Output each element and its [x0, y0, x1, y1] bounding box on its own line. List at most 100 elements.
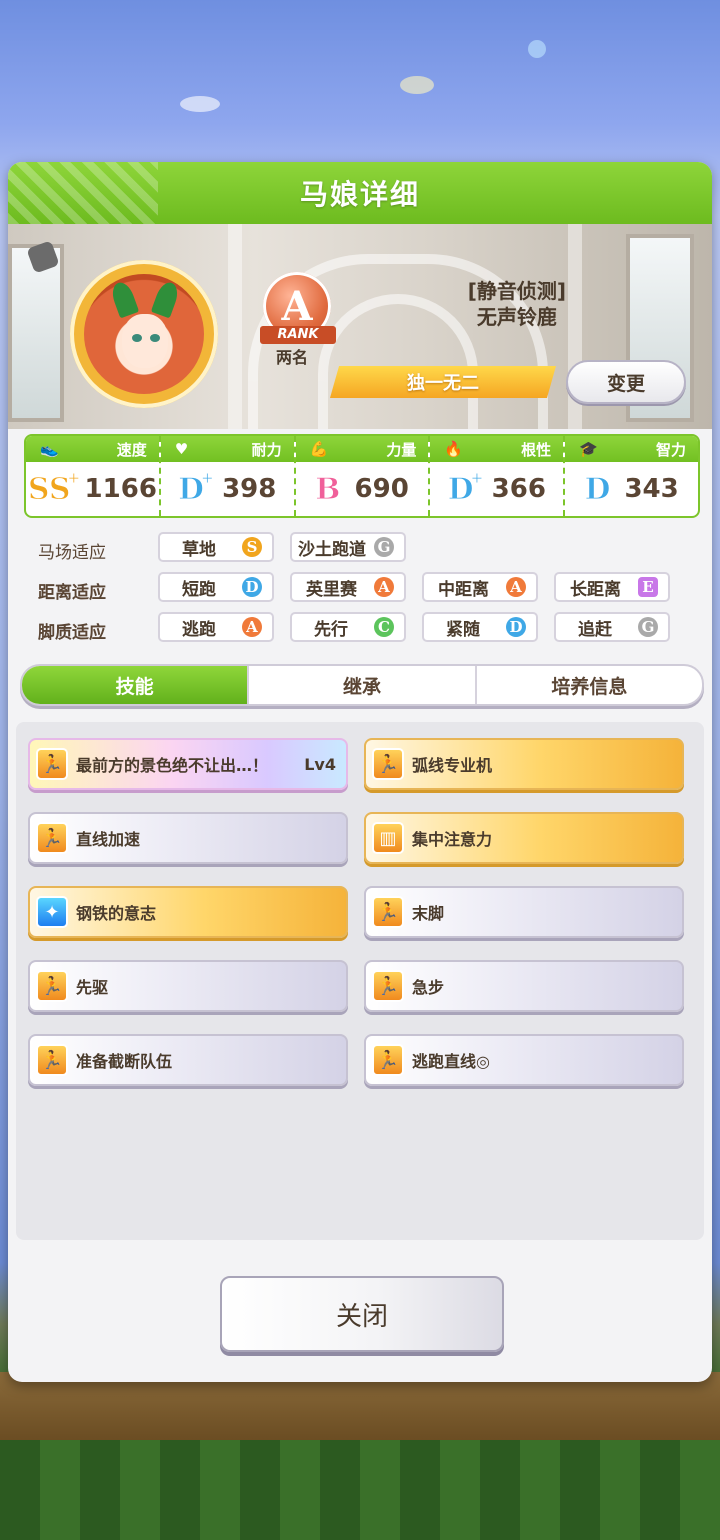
stat-grade: D + — [447, 467, 484, 507]
muscle-icon: 💪 — [309, 440, 329, 458]
aptitude-name: 紧随 — [446, 619, 480, 640]
aptitude-grade: C — [374, 617, 394, 637]
runner-icon: 🏃 — [372, 970, 404, 1002]
track-aptitude-label: 马场适应 — [38, 543, 106, 563]
aptitude-grade: G — [374, 537, 394, 557]
stat-grade: B — [315, 471, 341, 507]
skill-item[interactable]: ▥ 集中注意力 — [364, 812, 684, 864]
shoe-icon: 👟 — [40, 440, 59, 458]
stat-value: 398 — [222, 474, 277, 504]
stat-header: 👟 速度 — [26, 436, 159, 462]
runner-icon: 🏃 — [36, 748, 68, 780]
background-light — [400, 76, 434, 94]
hallway-pillar — [228, 224, 242, 429]
skill-name: 集中注意力 — [412, 830, 493, 849]
aptitude-grade: A — [242, 617, 262, 637]
stat-header: 💪 力量 — [295, 436, 429, 462]
skill-item[interactable]: 🏃 准备截断队伍 — [28, 1034, 348, 1086]
stat-body: D +366 — [430, 462, 563, 516]
dialog-header: 马娘详细 — [8, 162, 712, 224]
stat-label: 耐力 — [251, 440, 282, 459]
close-button[interactable]: 关闭 — [220, 1276, 504, 1352]
character-eye — [132, 334, 142, 342]
skill-name: 准备截断队伍 — [76, 1052, 173, 1071]
aptitude-grade: S — [242, 537, 262, 557]
track-fence — [0, 1372, 720, 1442]
runner-icon: 🏃 — [372, 896, 404, 928]
unique-skill-bar: 独一无二 — [330, 366, 556, 398]
graduation-cap-icon: 🎓 — [579, 440, 598, 458]
rank-label: RANK — [260, 326, 336, 344]
aptitude-grade: E — [638, 577, 658, 597]
stat-value: 366 — [491, 474, 546, 504]
skill-item[interactable]: 🏃 先驱 — [28, 960, 348, 1012]
grade-plus: + — [200, 467, 215, 487]
grade-letter: SS — [27, 471, 71, 507]
skill-level: Lv4 — [304, 754, 336, 774]
aptitude-dirt: 沙土跑道 G — [290, 532, 406, 562]
stat-body: D +398 — [161, 462, 294, 516]
stat-label: 智力 — [655, 440, 686, 459]
aptitude-betweener: 紧随 D — [422, 612, 538, 642]
skill-name: 逃跑直线◎ — [412, 1052, 490, 1071]
skill-name: 末脚 — [412, 904, 445, 923]
background-light — [180, 96, 220, 112]
stat-power: 💪 力量 B 690 — [295, 436, 431, 516]
background-light — [528, 40, 546, 58]
skill-name: 弧线专业机 — [412, 756, 493, 775]
stat-value: 690 — [354, 474, 409, 504]
character-face — [122, 314, 168, 368]
character-title: [静音侦测] 无声铃鹿 — [468, 278, 566, 330]
runner-icon: 🏃 — [36, 1044, 68, 1076]
grade-plus: + — [67, 467, 81, 487]
stat-label: 力量 — [386, 440, 417, 459]
aptitude-name: 草地 — [182, 539, 216, 560]
character-epithet: [静音侦测] — [467, 279, 566, 303]
sparkle-icon: ✦ — [36, 896, 68, 928]
aptitude-sprint: 短跑 D — [158, 572, 274, 602]
aptitude-name: 中距离 — [438, 579, 489, 600]
tab-training-info[interactable]: 培养信息 — [477, 666, 702, 704]
tab-inheritance[interactable]: 继承 — [249, 666, 477, 704]
skill-item[interactable]: 🏃 直线加速 — [28, 812, 348, 864]
aptitude-name: 追赶 — [578, 619, 612, 640]
skill-item[interactable]: 🏃 逃跑直线◎ — [364, 1034, 684, 1086]
skill-item[interactable]: 🏃 急步 — [364, 960, 684, 1012]
skill-name: 直线加速 — [76, 830, 141, 849]
character-portrait[interactable] — [84, 274, 204, 394]
stat-grade: D + — [178, 467, 215, 507]
aptitude-grade: A — [506, 577, 526, 597]
skills-list: 🏃 最前方的景色绝不让出…！ Lv4 🏃 弧线专业机 🏃 直线加速 ▥ 集中注意… — [16, 722, 704, 1240]
grade-letter: B — [315, 471, 341, 507]
stat-guts: 🔥 根性 D +366 — [430, 436, 566, 516]
change-button[interactable]: 变更 — [566, 360, 686, 404]
stat-wisdom: 🎓 智力 D 343 — [565, 436, 698, 516]
aptitude-leader: 先行 C — [290, 612, 406, 642]
runner-icon: 🏃 — [372, 1044, 404, 1076]
skill-item[interactable]: 🏃 最前方的景色绝不让出…！ Lv4 — [28, 738, 348, 790]
stat-header: 🔥 根性 — [430, 436, 564, 462]
skill-name: 先驱 — [76, 978, 109, 997]
distance-aptitude-label: 距离适应 — [38, 583, 106, 603]
aptitude-name: 逃跑 — [182, 619, 216, 640]
skill-name: 最前方的景色绝不让出…！ — [76, 756, 269, 775]
skill-item[interactable]: 🏃 弧线专业机 — [364, 738, 684, 790]
profile-banner: A RANK 两名 [静音侦测] 无声铃鹿 独一无二 变更 — [8, 224, 712, 429]
stat-grade: D — [584, 471, 611, 507]
stat-header: 🎓 智力 — [565, 436, 698, 462]
horse-ear — [108, 279, 140, 319]
stat-grade: SS + — [27, 467, 81, 507]
stat-value: 1166 — [84, 474, 157, 504]
aptitude-medium: 中距离 A — [422, 572, 538, 602]
aptitude-grade: G — [638, 617, 658, 637]
skill-item[interactable]: ✦ 钢铁的意志 — [28, 886, 348, 938]
aptitude-runner: 逃跑 A — [158, 612, 274, 642]
stat-label: 速度 — [116, 440, 147, 459]
aptitude-grade: D — [506, 617, 526, 637]
character-eye — [150, 334, 160, 342]
runner-icon: 🏃 — [36, 822, 68, 854]
dialog-title: 马娘详细 — [299, 178, 420, 211]
stat-stamina: ♥ 耐力 D +398 — [160, 436, 296, 516]
tab-skills[interactable]: 技能 — [22, 666, 250, 704]
skill-item[interactable]: 🏃 末脚 — [364, 886, 684, 938]
